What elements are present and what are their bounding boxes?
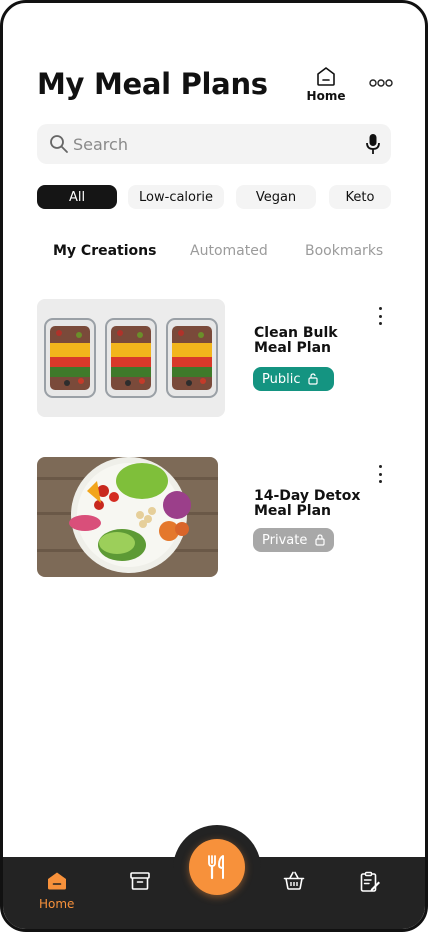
card-menu-button[interactable] — [374, 465, 386, 483]
nav-item-notes[interactable] — [359, 871, 381, 893]
search-bar[interactable]: Search — [37, 124, 391, 164]
search-icon — [50, 135, 68, 153]
filter-chip-keto[interactable]: Keto — [329, 185, 391, 209]
filter-chip-low-calorie[interactable]: Low-calorie — [128, 185, 224, 209]
visibility-badge-public: Public — [253, 367, 334, 391]
meal-plan-title-line1: 14-Day Detox — [254, 488, 361, 504]
meal-plan-title-line1: Clean Bulk — [254, 325, 338, 341]
nav-home-label: Home — [39, 897, 75, 911]
meal-plan-image-salad-bowl[interactable] — [37, 457, 218, 577]
visibility-label: Public — [262, 371, 301, 387]
page-title: My Meal Plans — [37, 67, 268, 101]
basket-icon — [283, 871, 305, 890]
create-meal-plan-button[interactable] — [189, 839, 245, 895]
more-horizontal-icon — [369, 79, 393, 87]
home-icon — [317, 67, 335, 86]
search-input[interactable]: Search — [73, 135, 128, 154]
filter-chip-vegan[interactable]: Vegan — [236, 185, 316, 209]
lock-icon — [315, 534, 325, 546]
meal-plan-title[interactable]: Clean Bulk Meal Plan — [254, 326, 338, 356]
unlock-icon — [308, 373, 319, 385]
home-icon — [47, 872, 66, 890]
archive-icon — [130, 872, 150, 890]
visibility-badge-private: Private — [253, 528, 334, 552]
meal-plan-title-line2: Meal Plan — [254, 503, 332, 519]
card-menu-button[interactable] — [374, 307, 386, 325]
meal-plan-image-meal-prep-containers[interactable] — [37, 299, 225, 417]
more-options-button[interactable] — [367, 73, 395, 93]
meal-plan-title[interactable]: 14-Day Detox Meal Plan — [254, 489, 360, 519]
tab-my-creations[interactable]: My Creations — [53, 243, 156, 259]
notepad-edit-icon — [360, 871, 380, 892]
phone-frame: My Meal Plans Home Search All Low-calori… — [0, 0, 428, 932]
microphone-icon[interactable] — [365, 133, 381, 155]
nav-item-basket[interactable] — [283, 871, 305, 891]
home-shortcut-button[interactable]: Home — [303, 65, 349, 105]
tab-automated[interactable]: Automated — [190, 243, 268, 259]
meal-plan-title-line2: Meal Plan — [254, 340, 332, 356]
utensils-icon — [208, 855, 224, 880]
nav-item-archive[interactable] — [129, 871, 151, 891]
home-shortcut-label: Home — [306, 89, 346, 103]
filter-chip-all[interactable]: All — [37, 185, 117, 209]
tab-bookmarks[interactable]: Bookmarks — [305, 243, 383, 259]
visibility-label: Private — [262, 532, 308, 548]
nav-item-home[interactable]: Home — [39, 871, 74, 911]
